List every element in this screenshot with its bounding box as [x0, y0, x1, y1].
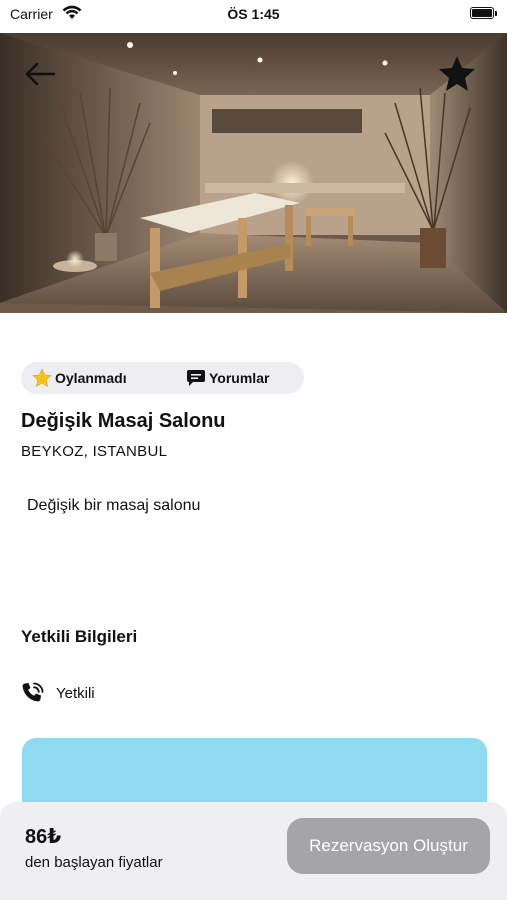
stats-pill: Oylanmadı Yorumlar [21, 362, 304, 394]
venue-location: BEYKOZ, ISTANBUL [21, 443, 168, 460]
contact-label: Yetkili [56, 684, 95, 702]
venue-description: Değişik bir masaj salonu [27, 497, 201, 514]
phone-ringing-icon [22, 682, 44, 701]
back-button[interactable] [22, 60, 58, 88]
venue-name: Değişik Masaj Salonu [21, 410, 226, 432]
reviews-label: Yorumlar [209, 370, 270, 386]
status-bar: Carrier ÖS 1:45 [0, 0, 507, 32]
status-time: ÖS 1:45 [227, 6, 280, 22]
rating-label: Oylanmadı [55, 370, 127, 386]
battery-icon [470, 7, 497, 20]
price-caption: den başlayan fiyatlar [25, 854, 163, 871]
chat-bubble-icon [187, 370, 205, 386]
rating-summary[interactable]: Oylanmadı [32, 362, 127, 394]
reviews-link[interactable]: Yorumlar [186, 362, 269, 394]
star-filled-icon [439, 56, 475, 91]
star-icon [32, 368, 52, 387]
create-reservation-button[interactable]: Rezervasyon Oluştur [287, 818, 490, 874]
booking-bar: 86₺ den başlayan fiyatlar Rezervasyon Ol… [0, 802, 507, 900]
starting-price: 86₺ [25, 826, 62, 848]
venue-photo [0, 33, 507, 313]
contact-row[interactable]: Yetkili [20, 680, 95, 706]
favorite-button[interactable] [437, 54, 477, 94]
contact-section-title: Yetkili Bilgileri [21, 627, 138, 646]
arrow-left-icon [25, 62, 56, 86]
